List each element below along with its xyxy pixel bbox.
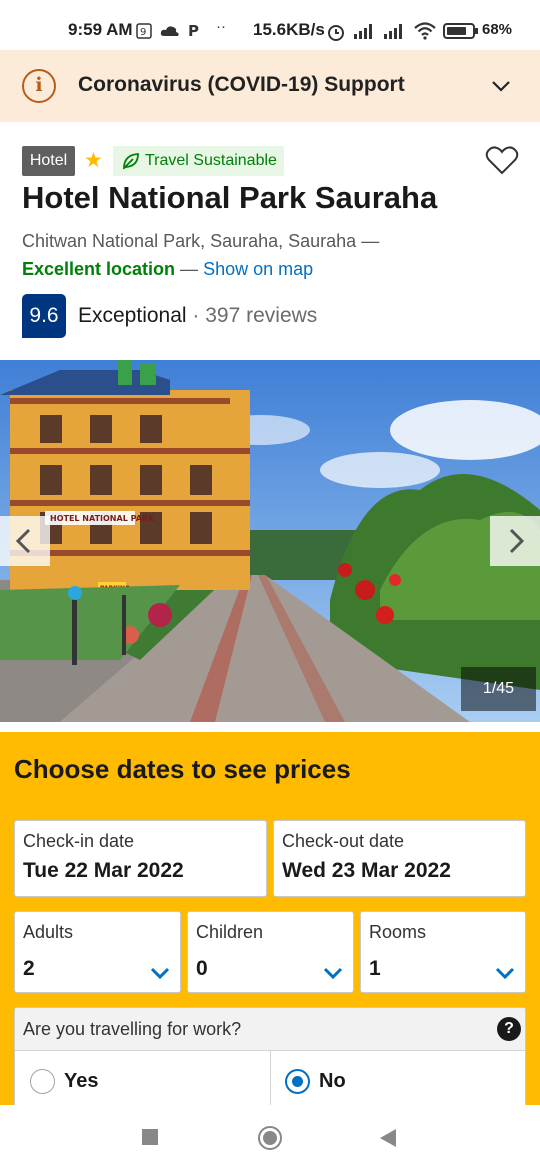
status-bar: 9:59 AM 9 P ·· 15.6KB/s 68% bbox=[0, 0, 540, 50]
adults-value: 2 bbox=[23, 957, 35, 980]
work-no-radio[interactable] bbox=[285, 1069, 310, 1094]
alarm-icon bbox=[328, 25, 344, 41]
location-line: Excellent location — Show on map bbox=[22, 259, 313, 280]
more-notifications-icon: ·· bbox=[216, 18, 226, 35]
chevron-left-icon bbox=[15, 528, 31, 554]
location-separator: — bbox=[175, 259, 204, 279]
svg-text:P: P bbox=[188, 22, 199, 40]
children-select[interactable]: Children 0 bbox=[187, 911, 354, 993]
checkin-value: Tue 22 Mar 2022 bbox=[23, 859, 184, 882]
network-speed: 15.6KB/s bbox=[253, 20, 325, 39]
checkin-label: Check-in date bbox=[23, 831, 135, 851]
photo-counter: 1/45 bbox=[461, 667, 536, 711]
rooms-value: 1 bbox=[369, 957, 381, 980]
signal-2-icon bbox=[384, 24, 402, 39]
info-icon: i bbox=[22, 69, 56, 103]
hotel-address: Chitwan National Park, Sauraha, Sauraha … bbox=[22, 231, 380, 251]
back-icon[interactable] bbox=[379, 1128, 397, 1148]
work-no-label[interactable]: No bbox=[319, 1070, 346, 1093]
review-summary[interactable]: Exceptional · 397 reviews bbox=[78, 304, 317, 328]
work-yes-label[interactable]: Yes bbox=[64, 1070, 98, 1093]
work-travel-question: Are you travelling for work? ? Yes No bbox=[14, 1007, 526, 1112]
parking-app-icon: P bbox=[188, 22, 199, 40]
choose-dates-heading: Choose dates to see prices bbox=[14, 754, 351, 784]
checkin-date-field[interactable]: Check-in date Tue 22 Mar 2022 bbox=[14, 820, 267, 897]
show-on-map-link[interactable]: Show on map bbox=[203, 259, 313, 279]
adults-select[interactable]: Adults 2 bbox=[14, 911, 181, 993]
cloud-icon bbox=[160, 26, 179, 36]
review-score-badge: 9.6 bbox=[22, 294, 66, 338]
leaf-icon bbox=[123, 153, 139, 170]
adults-label: Adults bbox=[23, 922, 74, 942]
work-yes-radio[interactable] bbox=[30, 1069, 55, 1094]
wifi-icon bbox=[414, 22, 436, 40]
signal-icon bbox=[354, 24, 372, 39]
battery-icon bbox=[443, 23, 478, 39]
work-question-header: Are you travelling for work? ? bbox=[15, 1008, 525, 1051]
checkout-label: Check-out date bbox=[282, 831, 405, 851]
review-separator: · bbox=[186, 304, 206, 327]
covid-support-banner[interactable]: i Coronavirus (COVID-19) Support bbox=[0, 50, 540, 122]
status-time: 9:59 AM bbox=[68, 20, 133, 39]
recent-apps-icon[interactable] bbox=[141, 1128, 159, 1146]
gallery-prev-button[interactable] bbox=[0, 516, 50, 566]
chevron-right-icon bbox=[509, 528, 525, 554]
heart-icon[interactable] bbox=[485, 146, 519, 176]
location-rating: Excellent location bbox=[22, 259, 176, 279]
chevron-down-icon[interactable] bbox=[490, 75, 512, 97]
hotel-sign-text: HOTEL NATIONAL PARK bbox=[50, 514, 155, 523]
system-nav-bar bbox=[0, 1105, 540, 1170]
option-divider bbox=[270, 1051, 271, 1111]
hotel-name: Hotel National Park Sauraha bbox=[22, 180, 438, 215]
chevron-down-icon bbox=[150, 967, 170, 980]
rooms-label: Rooms bbox=[369, 922, 427, 942]
review-count: 397 reviews bbox=[205, 304, 318, 327]
battery-percent: 68% bbox=[482, 21, 513, 38]
rooms-select[interactable]: Rooms 1 bbox=[360, 911, 526, 993]
chevron-down-icon bbox=[495, 967, 515, 980]
checkout-value: Wed 23 Mar 2022 bbox=[282, 859, 451, 882]
review-score-word: Exceptional bbox=[78, 304, 187, 327]
hotel-photo: HOTEL NATIONAL PARK PARKING bbox=[0, 360, 540, 722]
travel-sustainable-label: Travel Sustainable bbox=[145, 152, 277, 169]
travel-sustainable-badge[interactable]: Travel Sustainable bbox=[113, 146, 284, 176]
home-icon[interactable] bbox=[257, 1125, 283, 1151]
work-question-text: Are you travelling for work? bbox=[23, 1019, 242, 1039]
gallery-next-button[interactable] bbox=[490, 516, 540, 566]
chevron-down-icon bbox=[323, 967, 343, 980]
star-icon: ★ bbox=[84, 149, 103, 172]
children-label: Children bbox=[196, 922, 264, 942]
notification-icon: 9 bbox=[136, 23, 152, 39]
property-type-badge: Hotel bbox=[22, 146, 75, 176]
checkout-date-field[interactable]: Check-out date Wed 23 Mar 2022 bbox=[273, 820, 526, 897]
help-icon[interactable]: ? bbox=[497, 1017, 521, 1041]
children-value: 0 bbox=[196, 957, 208, 980]
covid-banner-title: Coronavirus (COVID-19) Support bbox=[78, 73, 405, 96]
svg-text:9: 9 bbox=[140, 27, 146, 38]
photo-gallery[interactable]: HOTEL NATIONAL PARK PARKING 1/45 bbox=[0, 360, 540, 722]
